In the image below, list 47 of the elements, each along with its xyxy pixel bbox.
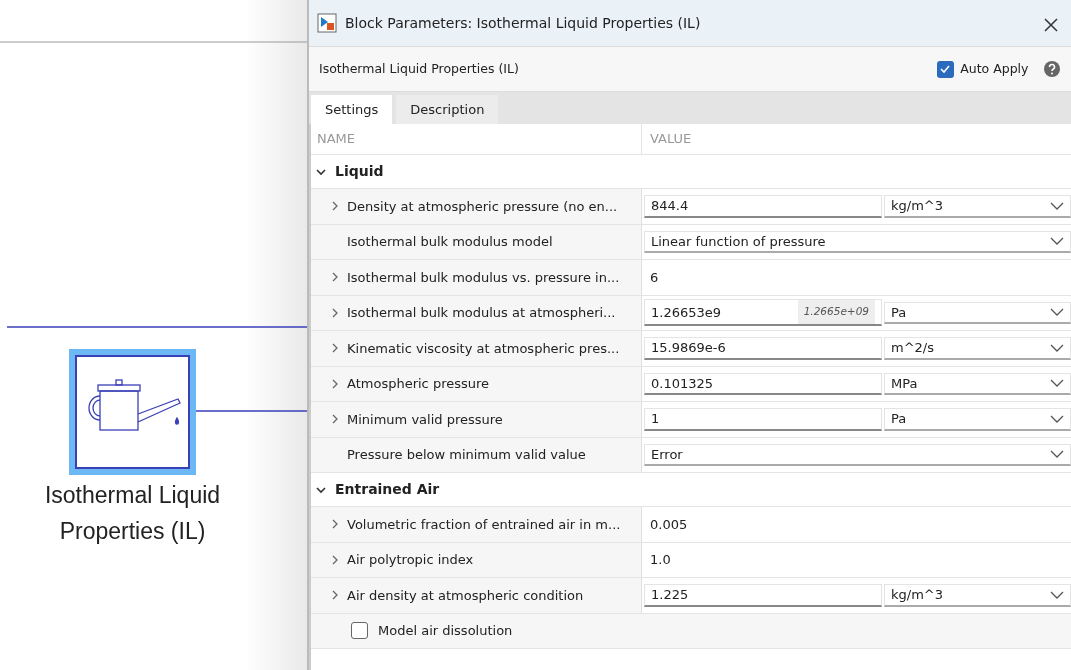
section-title: Entrained Air bbox=[335, 480, 440, 499]
value-field[interactable]: 1.26653e9 1.2665e+09 bbox=[644, 299, 882, 327]
unit-dropdown[interactable]: MPa bbox=[884, 372, 1071, 395]
checkbox[interactable] bbox=[351, 622, 368, 640]
parameter-name: Pressure below minimum valid value bbox=[347, 446, 586, 464]
parameter-name: Density at atmospheric pressure (no en... bbox=[347, 197, 618, 216]
block-label: Isothermal Liquid Properties (IL) bbox=[43, 481, 222, 546]
parameter-name: Air polytropic index bbox=[347, 551, 474, 569]
section-title: Liquid bbox=[335, 162, 384, 181]
parameter-name: Minimum valid pressure bbox=[347, 410, 503, 429]
value-field[interactable]: 0.101325 bbox=[644, 372, 882, 395]
oil-can-icon bbox=[88, 379, 181, 431]
value-field[interactable]: 0.005 bbox=[650, 514, 688, 534]
parameter-name: Atmospheric pressure bbox=[347, 375, 490, 393]
unit-dropdown[interactable]: kg/m^3 bbox=[884, 584, 1071, 607]
window-title: Block Parameters: Isothermal Liquid Properties (IL) bbox=[345, 13, 701, 33]
block-name: Isothermal Liquid Properties (IL) bbox=[319, 59, 519, 78]
value-dropdown[interactable]: Linear function of pressure bbox=[644, 230, 1071, 253]
parameter-name: Volumetric fraction of entrained air in m... bbox=[347, 515, 621, 534]
value-field[interactable]: 1 bbox=[644, 408, 882, 431]
value-field[interactable]: 6 bbox=[650, 267, 659, 287]
unit-dropdown[interactable]: Pa bbox=[884, 301, 1071, 324]
value-field[interactable]: 1.225 bbox=[644, 584, 882, 607]
column-header: NAME bbox=[317, 130, 356, 149]
help-icon[interactable] bbox=[1043, 60, 1061, 78]
unit-dropdown[interactable]: m^2/s bbox=[884, 337, 1071, 360]
checkbox[interactable] bbox=[936, 60, 954, 78]
parameter-name: Isothermal bulk modulus vs. pressure in... bbox=[347, 268, 620, 287]
value-field[interactable]: 15.9869e-6 bbox=[644, 337, 882, 360]
app-icon bbox=[317, 13, 337, 33]
value-field[interactable]: 844.4 bbox=[644, 195, 882, 218]
tab[interactable]: Description bbox=[396, 94, 499, 124]
parameter-name: Isothermal bulk modulus at atmospheri... bbox=[347, 304, 616, 322]
block[interactable] bbox=[75, 355, 190, 469]
checkbox-label: Auto Apply bbox=[960, 59, 1029, 78]
unit-dropdown[interactable]: kg/m^3 bbox=[884, 195, 1071, 218]
parameter-name: Isothermal bulk modulus model bbox=[347, 233, 553, 251]
parameter-name: Kinematic viscosity at atmospheric pres... bbox=[347, 339, 620, 358]
column-header: VALUE bbox=[650, 130, 692, 149]
tab[interactable]: Settings bbox=[311, 94, 393, 124]
unit-dropdown[interactable]: Pa bbox=[884, 408, 1071, 431]
checkbox-label: Model air dissolution bbox=[378, 622, 513, 640]
value-dropdown[interactable]: Error bbox=[644, 443, 1071, 466]
check-icon bbox=[939, 63, 952, 75]
value-hint: 1.2665e+09 bbox=[797, 300, 875, 325]
parameter-name: Air density at atmospheric condition bbox=[347, 586, 584, 605]
value-field[interactable]: 1.0 bbox=[650, 550, 671, 570]
